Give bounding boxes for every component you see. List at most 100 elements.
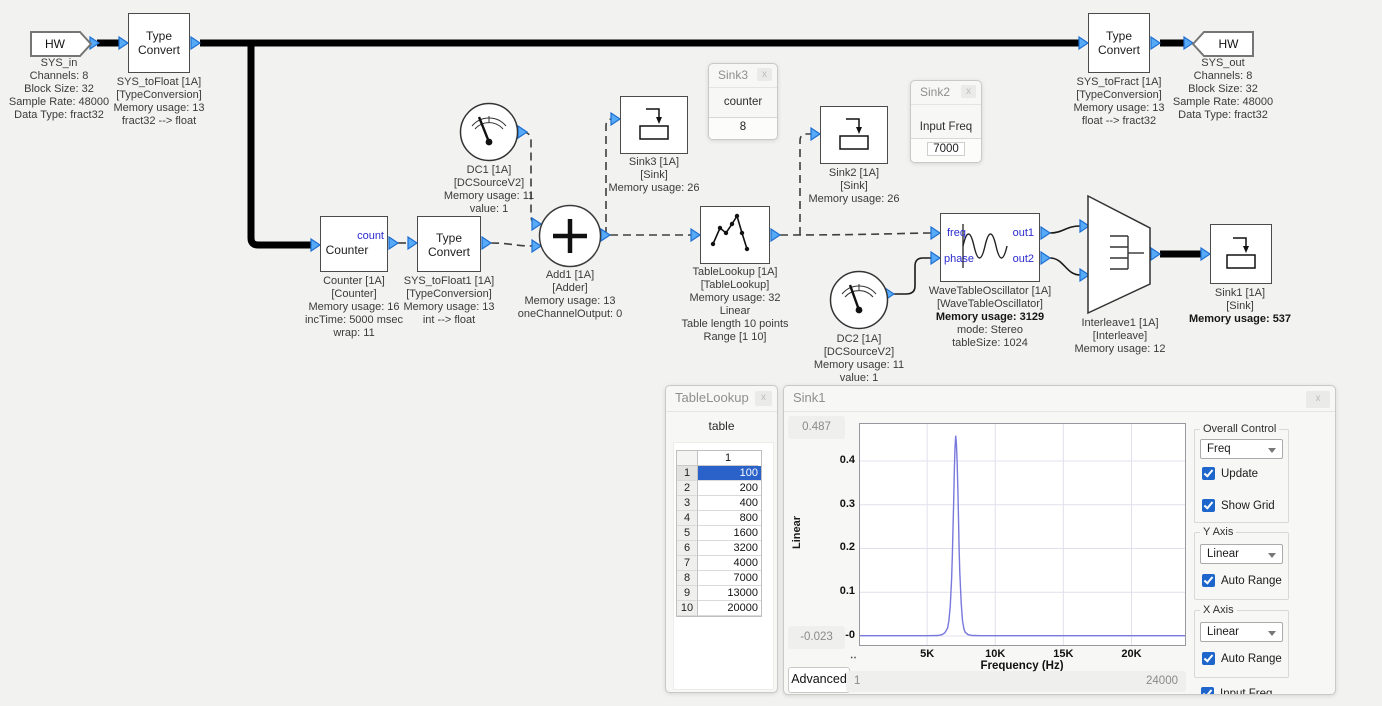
block-sys-tofract[interactable]: Type Convert [1088,13,1150,73]
table-cell[interactable]: 7000 [698,571,761,586]
port-sink3-in[interactable] [611,113,620,125]
table-row[interactable]: 8 7000 [677,571,761,586]
close-icon[interactable]: x [755,391,772,406]
row-header[interactable]: 5 [677,526,698,541]
table-cell[interactable]: 20000 [698,601,761,616]
sink3-window[interactable]: Sink3 x counter 8 [708,63,778,140]
port-typeconvert2-in[interactable] [408,237,417,249]
sink2-window[interactable]: Sink2 x Input Freq 7000 [910,80,982,163]
table-cell[interactable]: 100 [698,466,761,481]
port-tablelookup-out[interactable] [771,229,780,241]
port-sink1-in[interactable] [1201,248,1210,260]
x-start-field[interactable]: 1 [846,671,1034,692]
checkbox-checked-icon[interactable] [1201,687,1214,695]
row-header[interactable]: 10 [677,601,698,616]
block-wavetable-oscillator[interactable]: freq phase out1 out2 [940,213,1040,282]
block-sys-tofloat1[interactable]: Type Convert [417,216,481,272]
table-row[interactable]: 2 200 [677,481,761,496]
advanced-button[interactable]: Advanced [788,667,850,693]
table-cell[interactable]: 800 [698,511,761,526]
checkbox-checked-icon[interactable] [1202,652,1215,665]
port-counter-in[interactable] [311,239,320,251]
caption-line: int --> float [403,314,494,327]
table-cell[interactable]: 200 [698,481,761,496]
row-header[interactable]: 2 [677,481,698,496]
port-typeconvert1-out[interactable] [191,37,200,49]
table-cell[interactable]: 400 [698,496,761,511]
checkbox-checked-icon[interactable] [1202,574,1215,587]
row-header[interactable]: 8 [677,571,698,586]
block-sink2[interactable] [820,106,888,164]
close-icon[interactable]: x [961,85,976,98]
port-typeconvert1-in[interactable] [119,37,128,49]
y-auto-range-checkbox[interactable]: Auto Range [1202,574,1282,588]
window-titlebar[interactable]: Sink3 x [709,64,777,88]
row-header[interactable]: 1 [677,466,698,481]
table-row[interactable]: 10 20000 [677,601,761,616]
lookup-table[interactable]: 1 1 100 2 200 3 400 4 800 5 1600 [676,450,762,617]
close-icon[interactable]: x [757,68,772,81]
port-oscillator-phase[interactable] [931,252,940,264]
update-checkbox[interactable]: Update [1202,467,1258,481]
table-cell[interactable]: 4000 [698,556,761,571]
x-scale-dropdown[interactable]: Linear [1200,622,1283,642]
x-auto-range-checkbox[interactable]: Auto Range [1202,652,1282,666]
table-cell[interactable]: 1600 [698,526,761,541]
show-grid-checkbox[interactable]: Show Grid [1202,499,1275,513]
block-interleave1[interactable] [1085,192,1155,317]
block-counter[interactable]: count Counter [320,216,388,272]
wire-tablelookup-oscillator[interactable] [780,233,931,235]
freq-dropdown[interactable]: Freq [1200,439,1283,459]
port-oscillator-out2[interactable] [1041,252,1050,264]
block-tablelookup[interactable] [700,206,770,264]
port-typeconvert3-out[interactable] [1151,37,1160,49]
sink1-window[interactable]: Sink1 x 0.487 -0.023 Linear 0.40.30.20.1… [783,385,1336,695]
row-header[interactable]: 9 [677,586,698,601]
block-sys-out[interactable]: HW [1192,31,1254,57]
close-icon[interactable]: x [1306,391,1330,408]
y-scale-dropdown[interactable]: Linear [1200,544,1283,564]
checkbox-checked-icon[interactable] [1202,467,1215,480]
wire-bus-branch-counter[interactable] [251,43,311,245]
table-row[interactable]: 6 3200 [677,541,761,556]
block-sys-in[interactable]: HW [30,31,92,57]
port-sink2-in[interactable] [811,128,820,140]
wire-out1-interleave[interactable] [1050,226,1080,233]
table-row[interactable]: 9 13000 [677,586,761,601]
wire-dc2-phase[interactable] [894,258,931,294]
port-oscillator-freq[interactable] [931,227,940,239]
port-tablelookup-in[interactable] [691,229,700,241]
table-row[interactable]: 7 4000 [677,556,761,571]
spectrum-plot[interactable] [859,423,1186,646]
block-add1[interactable] [537,203,603,269]
block-sys-tofloat[interactable]: Type Convert [128,13,190,73]
table-row[interactable]: 4 800 [677,511,761,526]
row-header[interactable]: 3 [677,496,698,511]
row-header[interactable]: 7 [677,556,698,571]
port-oscillator-out1[interactable] [1041,227,1050,239]
table-cell[interactable]: 3200 [698,541,761,556]
block-sink1[interactable] [1210,224,1272,284]
port-counter-out[interactable] [389,237,398,249]
table-row[interactable]: 1 100 [677,466,761,481]
block-sink3[interactable] [620,96,688,154]
row-header[interactable]: 6 [677,541,698,556]
row-header[interactable]: 4 [677,511,698,526]
block-dc2[interactable] [828,269,890,331]
input-freq-checkbox[interactable]: Input Freq [1201,687,1272,695]
wire-typeconvert-add1[interactable] [491,243,532,246]
x-end-field[interactable]: 24000 [1032,671,1186,692]
port-typeconvert2-out[interactable] [482,237,491,249]
window-titlebar[interactable]: Sink1 x [784,386,1335,412]
window-titlebar[interactable]: Sink2 x [911,81,981,105]
sink2-value-field[interactable]: 7000 [927,142,965,156]
tablelookup-window[interactable]: TableLookup x table 1 1 100 2 200 3 400 [665,385,778,693]
wire-out2-interleave[interactable] [1050,258,1080,275]
table-row[interactable]: 5 1600 [677,526,761,541]
block-dc1[interactable] [458,101,520,163]
checkbox-checked-icon[interactable] [1202,499,1215,512]
window-titlebar[interactable]: TableLookup x [666,386,777,412]
table-row[interactable]: 3 400 [677,496,761,511]
port-typeconvert3-in[interactable] [1079,37,1088,49]
table-cell[interactable]: 13000 [698,586,761,601]
